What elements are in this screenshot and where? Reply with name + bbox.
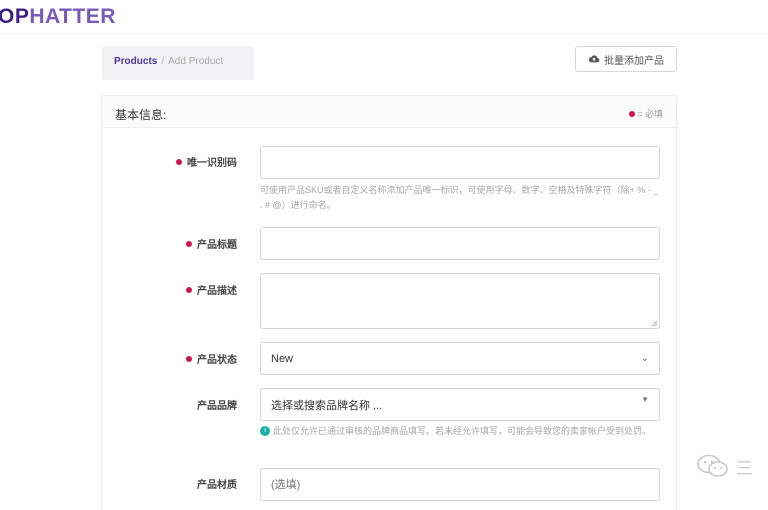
info-icon: i bbox=[260, 426, 270, 436]
brand-help: i 此处仅允许已通过审核的品牌商品填写。若未经允许填写，可能会导致您的卖家帐户受… bbox=[260, 424, 660, 439]
breadcrumb-current: Add Product bbox=[168, 56, 224, 67]
cloud-upload-icon bbox=[588, 55, 600, 63]
sku-label: 唯一识别码 bbox=[117, 154, 237, 169]
status-select[interactable]: New ⌄ bbox=[260, 342, 660, 375]
brand-placeholder: 选择或搜索品牌名称 ... bbox=[271, 399, 383, 412]
logo[interactable]: OPHATTER bbox=[0, 5, 116, 29]
required-legend: = 必填 bbox=[629, 107, 663, 120]
title-label: 产品标题 bbox=[117, 236, 237, 251]
description-label: 产品描述 bbox=[117, 282, 237, 297]
status-selected-value: New bbox=[271, 352, 294, 365]
status-label: 产品状态 bbox=[117, 351, 237, 366]
watermark: 三 bbox=[696, 453, 753, 479]
wechat-icon bbox=[697, 454, 728, 477]
card-header: 基本信息: = 必填 bbox=[102, 96, 676, 128]
required-dot-icon bbox=[176, 159, 182, 166]
header-divider bbox=[0, 33, 768, 34]
brand-label: 产品品牌 bbox=[197, 401, 237, 412]
required-dot-icon bbox=[186, 356, 192, 363]
chevron-down-icon: ⌄ bbox=[640, 353, 649, 364]
bulk-add-products-button[interactable]: 批量添加产品 bbox=[575, 46, 677, 72]
breadcrumb-separator: / bbox=[161, 56, 165, 67]
resize-grip-icon[interactable] bbox=[650, 319, 658, 327]
sku-help-text: 可使用产品SKU或者自定义名称添加产品唯一标识，可使用字母、数字、空格及特殊字符… bbox=[260, 185, 659, 210]
bulk-add-label: 批量添加产品 bbox=[604, 55, 664, 67]
brand-select[interactable]: 选择或搜索品牌名称 ... ▼ bbox=[260, 388, 660, 421]
section-title: 基本信息: bbox=[115, 108, 167, 122]
required-dot-icon bbox=[629, 110, 636, 117]
top-bar: OPHATTER bbox=[0, 0, 768, 34]
material-input[interactable] bbox=[260, 468, 660, 501]
description-textarea[interactable] bbox=[260, 273, 660, 329]
required-dot-icon bbox=[186, 287, 192, 294]
breadcrumb-products-link[interactable]: Products bbox=[114, 56, 157, 67]
required-legend-text: = 必填 bbox=[637, 109, 663, 119]
sku-input[interactable] bbox=[260, 146, 660, 179]
material-label: 产品材质 bbox=[197, 480, 237, 491]
watermark-text: 三 bbox=[736, 458, 753, 478]
title-input[interactable] bbox=[260, 227, 660, 260]
required-dot-icon bbox=[186, 241, 192, 248]
brand-help-text: 此处仅允许已通过审核的品牌商品填写。若未经允许填写，可能会导致您的卖家帐户受到处… bbox=[273, 426, 652, 436]
caret-down-icon: ▼ bbox=[641, 395, 649, 404]
breadcrumb: Products / Add Product bbox=[102, 46, 254, 80]
